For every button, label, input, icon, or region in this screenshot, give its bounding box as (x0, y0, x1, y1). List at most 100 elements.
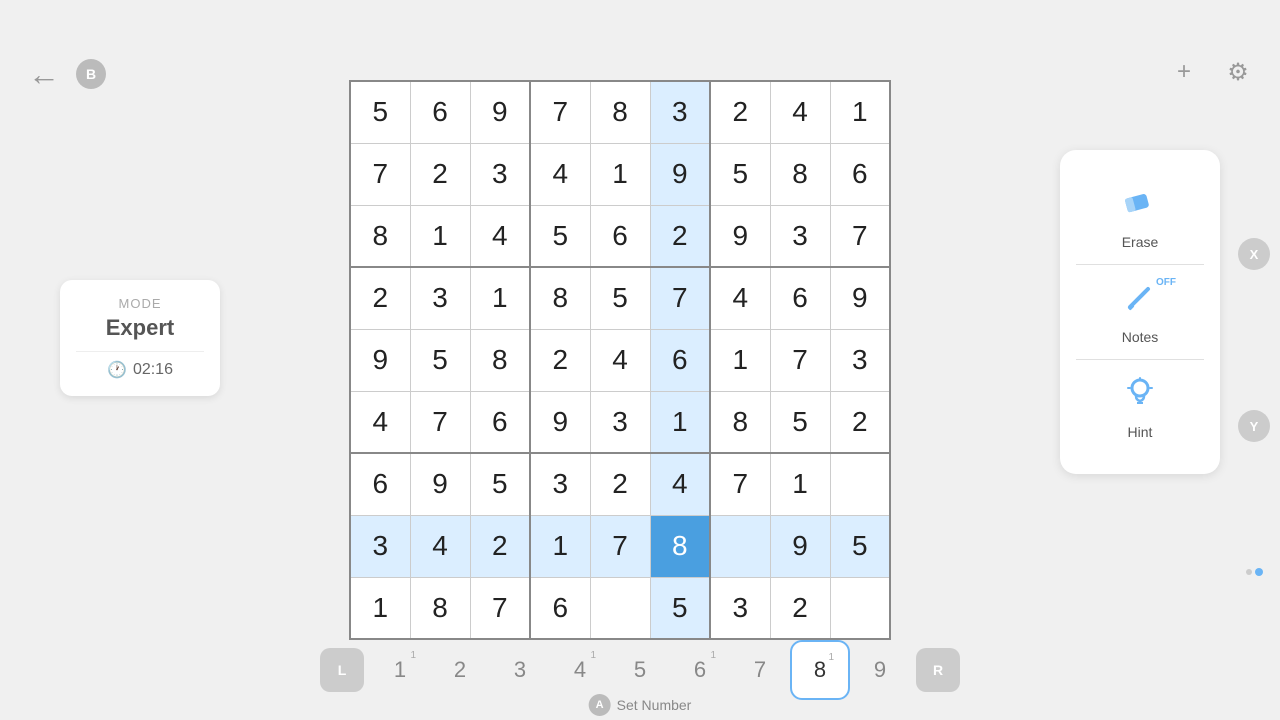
number-button-2[interactable]: 2 (430, 640, 490, 700)
cell-2-8[interactable]: 7 (830, 205, 890, 267)
cell-7-6[interactable] (710, 515, 770, 577)
number-button-8[interactable]: 18 (790, 640, 850, 700)
cell-4-0[interactable]: 9 (350, 329, 410, 391)
cell-5-3[interactable]: 9 (530, 391, 590, 453)
cell-3-5[interactable]: 7 (650, 267, 710, 329)
cell-0-6[interactable]: 2 (710, 81, 770, 143)
cell-7-7[interactable]: 9 (770, 515, 830, 577)
cell-6-0[interactable]: 6 (350, 453, 410, 515)
cell-0-1[interactable]: 6 (410, 81, 470, 143)
number-button-4[interactable]: 14 (550, 640, 610, 700)
cell-2-4[interactable]: 6 (590, 205, 650, 267)
cell-7-4[interactable]: 7 (590, 515, 650, 577)
cell-5-1[interactable]: 7 (410, 391, 470, 453)
cell-6-8[interactable] (830, 453, 890, 515)
number-button-7[interactable]: 7 (730, 640, 790, 700)
cell-4-7[interactable]: 7 (770, 329, 830, 391)
hint-button[interactable]: Hint (1076, 360, 1204, 454)
cell-2-1[interactable]: 1 (410, 205, 470, 267)
cell-4-4[interactable]: 4 (590, 329, 650, 391)
cell-2-5[interactable]: 2 (650, 205, 710, 267)
cell-2-7[interactable]: 3 (770, 205, 830, 267)
cell-3-4[interactable]: 5 (590, 267, 650, 329)
cell-1-0[interactable]: 7 (350, 143, 410, 205)
cell-8-7[interactable]: 2 (770, 577, 830, 639)
cell-7-5[interactable]: 8 (650, 515, 710, 577)
cell-1-3[interactable]: 4 (530, 143, 590, 205)
cell-1-4[interactable]: 1 (590, 143, 650, 205)
cell-3-6[interactable]: 4 (710, 267, 770, 329)
number-button-6[interactable]: 16 (670, 640, 730, 700)
cell-4-2[interactable]: 8 (470, 329, 530, 391)
cell-1-5[interactable]: 9 (650, 143, 710, 205)
cell-8-0[interactable]: 1 (350, 577, 410, 639)
cell-4-6[interactable]: 1 (710, 329, 770, 391)
cell-0-4[interactable]: 8 (590, 81, 650, 143)
cell-7-0[interactable]: 3 (350, 515, 410, 577)
cell-3-1[interactable]: 3 (410, 267, 470, 329)
cell-1-1[interactable]: 2 (410, 143, 470, 205)
cell-0-5[interactable]: 3 (650, 81, 710, 143)
cell-1-6[interactable]: 5 (710, 143, 770, 205)
cell-4-3[interactable]: 2 (530, 329, 590, 391)
cell-5-5[interactable]: 1 (650, 391, 710, 453)
cell-7-3[interactable]: 1 (530, 515, 590, 577)
back-button[interactable]: ← (20, 50, 68, 98)
r-button[interactable]: R (916, 648, 960, 692)
cell-1-7[interactable]: 8 (770, 143, 830, 205)
cell-5-7[interactable]: 5 (770, 391, 830, 453)
cell-2-0[interactable]: 8 (350, 205, 410, 267)
cell-5-0[interactable]: 4 (350, 391, 410, 453)
number-button-1[interactable]: 11 (370, 640, 430, 700)
x-button[interactable]: X (1238, 238, 1270, 270)
cell-8-2[interactable]: 7 (470, 577, 530, 639)
cell-4-8[interactable]: 3 (830, 329, 890, 391)
y-button[interactable]: Y (1238, 410, 1270, 442)
cell-8-6[interactable]: 3 (710, 577, 770, 639)
cell-6-3[interactable]: 3 (530, 453, 590, 515)
cell-6-7[interactable]: 1 (770, 453, 830, 515)
cell-6-1[interactable]: 9 (410, 453, 470, 515)
cell-2-6[interactable]: 9 (710, 205, 770, 267)
cell-7-2[interactable]: 2 (470, 515, 530, 577)
cell-6-5[interactable]: 4 (650, 453, 710, 515)
cell-0-0[interactable]: 5 (350, 81, 410, 143)
cell-3-8[interactable]: 9 (830, 267, 890, 329)
a-button-badge[interactable]: A (589, 694, 611, 716)
cell-0-7[interactable]: 4 (770, 81, 830, 143)
cell-3-3[interactable]: 8 (530, 267, 590, 329)
cell-2-2[interactable]: 4 (470, 205, 530, 267)
cell-5-2[interactable]: 6 (470, 391, 530, 453)
cell-2-3[interactable]: 5 (530, 205, 590, 267)
cell-6-6[interactable]: 7 (710, 453, 770, 515)
cell-0-2[interactable]: 9 (470, 81, 530, 143)
cell-0-8[interactable]: 1 (830, 81, 890, 143)
cell-8-5[interactable]: 5 (650, 577, 710, 639)
cell-3-0[interactable]: 2 (350, 267, 410, 329)
cell-3-7[interactable]: 6 (770, 267, 830, 329)
cell-1-8[interactable]: 6 (830, 143, 890, 205)
settings-button[interactable]: ⚙ (1216, 50, 1260, 94)
notes-button[interactable]: OFF Notes (1076, 265, 1204, 359)
cell-5-4[interactable]: 3 (590, 391, 650, 453)
l-button[interactable]: L (320, 648, 364, 692)
cell-8-8[interactable] (830, 577, 890, 639)
b-button-badge[interactable]: B (76, 59, 106, 89)
cell-8-1[interactable]: 8 (410, 577, 470, 639)
cell-6-4[interactable]: 2 (590, 453, 650, 515)
cell-5-8[interactable]: 2 (830, 391, 890, 453)
cell-3-2[interactable]: 1 (470, 267, 530, 329)
cell-4-5[interactable]: 6 (650, 329, 710, 391)
cell-6-2[interactable]: 5 (470, 453, 530, 515)
number-button-3[interactable]: 3 (490, 640, 550, 700)
erase-button[interactable]: Erase (1076, 170, 1204, 264)
cell-1-2[interactable]: 3 (470, 143, 530, 205)
cell-8-3[interactable]: 6 (530, 577, 590, 639)
cell-5-6[interactable]: 8 (710, 391, 770, 453)
cell-7-1[interactable]: 4 (410, 515, 470, 577)
add-button[interactable]: + (1162, 50, 1206, 94)
number-button-5[interactable]: 5 (610, 640, 670, 700)
cell-4-1[interactable]: 5 (410, 329, 470, 391)
number-button-9[interactable]: 9 (850, 640, 910, 700)
cell-7-8[interactable]: 5 (830, 515, 890, 577)
